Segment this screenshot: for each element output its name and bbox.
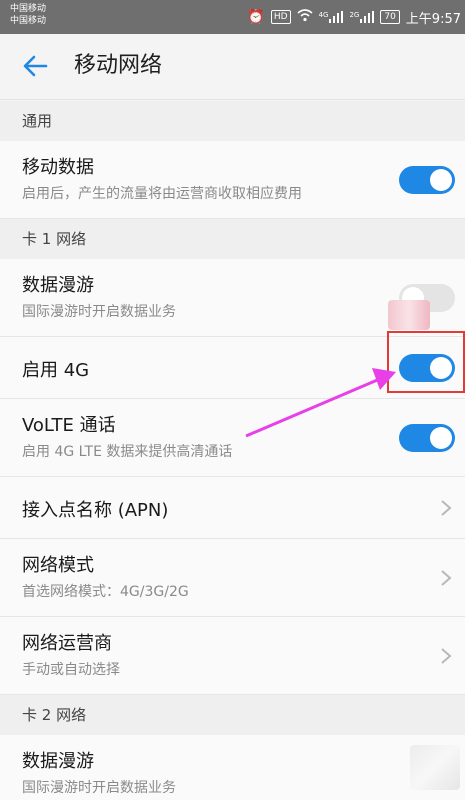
setting-title: 网络模式 — [22, 555, 94, 576]
alarm-icon: ⏰ — [247, 9, 265, 25]
toggle-knob — [430, 357, 452, 379]
app-bar: 移动网络 — [0, 34, 465, 100]
volte-toggle[interactable] — [399, 424, 455, 452]
settings-list: 通用 移动数据 启用后，产生的流量将由运营商收取相应费用 卡 1 网络 数据漫游… — [0, 101, 465, 800]
setting-apn[interactable]: 接入点名称 (APN) — [0, 477, 465, 539]
status-time: 上午9:57 — [405, 11, 461, 27]
page-title: 移动网络 — [74, 53, 163, 78]
data-roaming-toggle[interactable] — [399, 284, 455, 312]
setting-network-operator[interactable]: 网络运营商 手动或自动选择 — [0, 617, 465, 695]
setting-network-mode[interactable]: 网络模式 首选网络模式：4G/3G/2G — [0, 539, 465, 617]
enable-4g-toggle[interactable] — [399, 354, 455, 382]
status-bar: 中国移动 中国移动 ⏰ HD 4G 2G 70 上午9:57 — [0, 0, 465, 34]
setting-subtitle: 首选网络模式：4G/3G/2G — [22, 584, 189, 600]
setting-subtitle: 启用 4G LTE 数据来提供高清通话 — [22, 444, 233, 460]
carrier-1: 中国移动 — [10, 4, 47, 14]
toggle-knob — [402, 287, 424, 309]
section-header-general: 通用 — [0, 101, 465, 141]
carrier-2: 中国移动 — [10, 16, 47, 26]
phone-screen: 中国移动 中国移动 ⏰ HD 4G 2G 70 上午9:57 移动网络 通用 移… — [0, 0, 465, 800]
setting-subtitle: 启用后，产生的流量将由运营商收取相应费用 — [22, 186, 302, 202]
setting-title: 数据漫游 — [22, 275, 94, 296]
setting-title: 启用 4G — [22, 360, 90, 381]
section-header-card1: 卡 1 网络 — [0, 219, 465, 259]
setting-subtitle: 手动或自动选择 — [22, 662, 120, 678]
setting-title: 数据漫游 — [22, 751, 94, 772]
signal-4g-icon: 4G — [319, 11, 344, 23]
hd-icon: HD — [270, 10, 291, 24]
toggle-knob — [430, 427, 452, 449]
chevron-right-icon — [441, 500, 452, 516]
mobile-data-toggle[interactable] — [399, 166, 455, 194]
setting-enable-4g[interactable]: 启用 4G — [0, 337, 465, 399]
setting-data-roaming-2[interactable]: 数据漫游 国际漫游时开启数据业务 — [0, 735, 465, 800]
setting-subtitle: 国际漫游时开启数据业务 — [22, 780, 176, 796]
back-button[interactable] — [20, 50, 52, 82]
setting-volte[interactable]: VoLTE 通话 启用 4G LTE 数据来提供高清通话 — [0, 399, 465, 477]
carrier-labels: 中国移动 中国移动 — [10, 3, 46, 27]
chevron-right-icon — [441, 570, 452, 586]
battery-icon: 70 — [380, 10, 400, 24]
wifi-icon — [297, 8, 313, 26]
toggle-knob — [430, 169, 452, 191]
section-header-card2: 卡 2 网络 — [0, 695, 465, 735]
setting-title: VoLTE 通话 — [22, 415, 116, 436]
status-icons: ⏰ HD 4G 2G 70 上午9:57 — [247, 7, 461, 27]
chevron-right-icon — [441, 648, 452, 664]
setting-subtitle: 国际漫游时开启数据业务 — [22, 304, 176, 320]
battery-level: 70 — [384, 12, 396, 22]
setting-title: 接入点名称 (APN) — [22, 500, 169, 521]
setting-title: 网络运营商 — [22, 633, 112, 654]
setting-data-roaming-1[interactable]: 数据漫游 国际漫游时开启数据业务 — [0, 259, 465, 337]
setting-title: 移动数据 — [22, 157, 94, 178]
signal-2g-icon: 2G — [349, 11, 375, 23]
setting-mobile-data[interactable]: 移动数据 启用后，产生的流量将由运营商收取相应费用 — [0, 141, 465, 219]
arrow-left-icon — [23, 55, 48, 77]
